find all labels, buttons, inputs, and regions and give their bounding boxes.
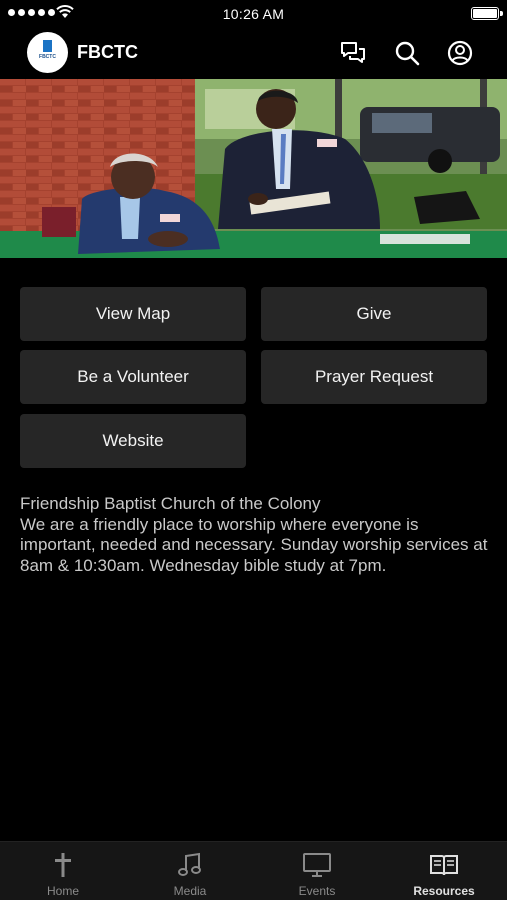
church-description: Friendship Baptist Church of the Colony … [20,494,490,576]
cross-icon [55,853,71,877]
church-logo[interactable]: FBCTC [27,32,68,73]
app-header: FBCTC FBCTC [0,28,507,79]
status-bar: 10:26 AM [0,0,507,28]
church-about: We are a friendly place to worship where… [20,514,488,575]
status-time: 10:26 AM [222,6,285,22]
tab-bar: Home Media Events Resources [0,841,507,900]
tab-label: Home [46,884,79,898]
search-icon[interactable] [393,39,421,67]
tab-label: Resources [413,884,475,898]
tab-resources[interactable]: Resources [381,842,507,900]
book-icon [430,855,458,876]
church-members-photo [0,79,507,258]
tab-events[interactable]: Events [254,842,380,900]
give-button[interactable]: Give [261,287,487,341]
tab-home[interactable]: Home [0,842,126,900]
logo-text: FBCTC [39,54,56,60]
tab-label: Events [298,884,336,898]
tv-icon [303,853,331,877]
chat-icon[interactable] [339,39,367,67]
volunteer-button[interactable]: Be a Volunteer [20,350,246,404]
view-map-button[interactable]: View Map [20,287,246,341]
hero-image [0,79,507,258]
tab-media[interactable]: Media [127,842,253,900]
prayer-request-button[interactable]: Prayer Request [261,350,487,404]
tab-label: Media [173,884,207,898]
website-button[interactable]: Website [20,414,246,468]
church-name: Friendship Baptist Church of the Colony [20,494,321,513]
battery-icon [471,7,503,20]
app-title: FBCTC [77,42,138,62]
music-note-icon [178,852,201,876]
profile-icon[interactable] [446,39,474,67]
